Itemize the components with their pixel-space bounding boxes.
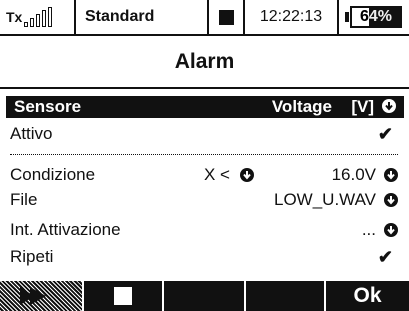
sensor-label: Sensore — [14, 97, 82, 116]
sensor-unit: [V] — [351, 97, 374, 116]
sensor-value: Voltage — [271, 97, 332, 116]
sensor-selector-row[interactable]: Sensore Voltage [V] — [6, 96, 404, 118]
round-arrow-down-icon[interactable] — [382, 99, 396, 113]
play-icon — [30, 287, 46, 305]
file-value[interactable]: LOW_U.WAV — [274, 190, 376, 210]
softkey-1-play[interactable] — [0, 281, 84, 311]
condizione-operator[interactable]: X < — [204, 165, 230, 185]
title-divider — [0, 87, 409, 89]
model-name[interactable]: Standard — [76, 0, 209, 34]
clock: 12:22:13 — [245, 0, 339, 34]
dotted-divider — [10, 154, 398, 155]
checkmark-icon[interactable]: ✔ — [378, 247, 393, 268]
page-title: Alarm — [174, 50, 235, 73]
timer-stop-indicator — [209, 0, 245, 34]
round-arrow-down-icon[interactable] — [240, 168, 254, 182]
battery-percent: 64% — [359, 8, 393, 25]
signal-bars-icon — [24, 7, 53, 27]
tx-label: Tx — [6, 9, 23, 25]
round-arrow-down-icon[interactable] — [384, 223, 398, 237]
condizione-label: Condizione — [10, 165, 96, 184]
ripeti-label: Ripeti — [10, 247, 54, 266]
condizione-value[interactable]: 16.0V — [332, 165, 376, 185]
file-row[interactable]: File LOW_U.WAV — [6, 188, 404, 212]
stop-square-icon — [114, 287, 132, 305]
transmitter-screen: Tx Standard 12:22:13 64% Alarm Sensore V… — [0, 0, 409, 311]
ok-button[interactable]: Ok — [326, 281, 409, 311]
round-arrow-down-icon[interactable] — [384, 193, 398, 207]
attivo-row[interactable]: Attivo ✔ — [6, 122, 404, 146]
tx-signal-indicator: Tx — [0, 0, 76, 34]
ripeti-row[interactable]: Ripeti ✔ — [6, 245, 404, 269]
battery-icon: 64% — [345, 6, 403, 28]
round-arrow-down-icon[interactable] — [384, 168, 398, 182]
int-attivazione-row[interactable]: Int. Attivazione ... — [6, 218, 404, 242]
file-label: File — [10, 190, 38, 209]
int-attivazione-value[interactable]: ... — [362, 220, 376, 240]
softkey-4[interactable] — [246, 281, 326, 311]
checkmark-icon[interactable]: ✔ — [378, 124, 393, 145]
int-attivazione-label: Int. Attivazione — [10, 220, 121, 239]
condizione-row[interactable]: Condizione X < 16.0V — [6, 163, 404, 187]
softkey-2-stop[interactable] — [84, 281, 164, 311]
softkey-bar: Ok — [0, 281, 409, 311]
stop-square-icon — [218, 9, 234, 25]
status-bar: Tx Standard 12:22:13 64% — [0, 0, 409, 36]
battery-indicator: 64% — [339, 0, 409, 34]
softkey-3[interactable] — [164, 281, 246, 311]
attivo-label: Attivo — [10, 124, 53, 143]
